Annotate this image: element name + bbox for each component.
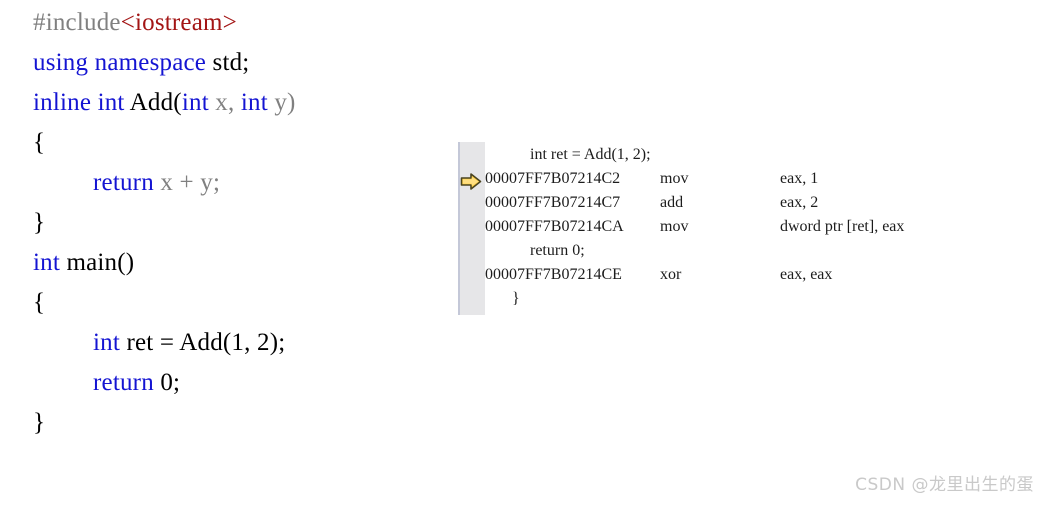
code-token: x, <box>215 89 241 116</box>
code-token: y) <box>274 89 296 116</box>
code-token: using namespace <box>33 49 213 76</box>
instruction-address: 00007FF7B07214CA <box>485 218 624 235</box>
code-token: 0; <box>160 369 181 396</box>
instruction-mnemonic: add <box>660 194 684 211</box>
disassembly-instruction-row[interactable]: 00007FF7B07214C7 add eax, 2 <box>458 194 1048 212</box>
instruction-mnemonic: mov <box>660 170 689 187</box>
code-token: } <box>33 209 46 236</box>
code-token: return <box>93 169 161 196</box>
disassembly-instruction-row[interactable]: 00007FF7B07214C2 mov eax, 1 <box>458 170 1048 188</box>
code-token: int <box>181 89 216 116</box>
instruction-address: 00007FF7B07214CE <box>485 266 622 283</box>
code-token: main() <box>66 249 135 276</box>
instruction-operands: dword ptr [ret], eax <box>780 218 905 235</box>
source-line: } <box>33 210 45 236</box>
code-token: { <box>33 129 46 156</box>
csdn-watermark: CSDN @龙里出生的蛋 <box>855 475 1034 495</box>
instruction-mnemonic: mov <box>660 218 689 235</box>
code-token: return <box>93 369 161 396</box>
source-line: { <box>33 290 45 316</box>
source-line: int ret = Add(1, 2); <box>93 330 285 356</box>
source-line: } <box>33 410 45 436</box>
code-token: #include <box>33 9 121 36</box>
code-token: int <box>93 329 127 356</box>
instruction-address: 00007FF7B07214C2 <box>485 170 621 187</box>
instruction-operands: eax, 2 <box>780 194 819 211</box>
disassembly-source-line: int ret = Add(1, 2); <box>530 146 651 163</box>
code-token: inline int <box>33 89 130 116</box>
code-token: int <box>33 249 67 276</box>
source-line: inline int Add(int x, int y) <box>33 90 296 116</box>
disassembly-instruction-row[interactable]: 00007FF7B07214CA mov dword ptr [ret], eax <box>458 218 1048 236</box>
code-token: <iostream> <box>120 9 237 36</box>
instruction-operands: eax, eax <box>780 266 833 283</box>
code-token: int <box>240 89 275 116</box>
code-token: } <box>33 409 46 436</box>
code-token: x + y; <box>160 169 221 196</box>
source-line: { <box>33 130 45 156</box>
source-line: return x + y; <box>93 170 220 196</box>
source-code-editor[interactable]: #include<iostream> using namespace std; in… <box>0 0 470 509</box>
code-token: Add( <box>129 89 182 116</box>
source-line: using namespace std; <box>33 50 249 76</box>
instruction-operands: eax, 1 <box>780 170 819 187</box>
instruction-mnemonic: xor <box>660 266 682 283</box>
source-line: return 0; <box>93 370 180 396</box>
code-token: std; <box>212 49 250 76</box>
disassembly-source-line: } <box>512 290 520 307</box>
disassembly-instruction-row[interactable]: 00007FF7B07214CE xor eax, eax <box>458 266 1048 284</box>
code-token: { <box>33 289 46 316</box>
instruction-address: 00007FF7B07214C7 <box>485 194 621 211</box>
code-token: ret = Add(1, 2); <box>126 329 286 356</box>
source-line: #include<iostream> <box>33 10 237 36</box>
disassembly-panel[interactable]: int ret = Add(1, 2); 00007FF7B07214C2 mov e… <box>458 142 1048 317</box>
source-line: int main() <box>33 250 134 276</box>
disassembly-source-line: return 0; <box>530 242 585 259</box>
